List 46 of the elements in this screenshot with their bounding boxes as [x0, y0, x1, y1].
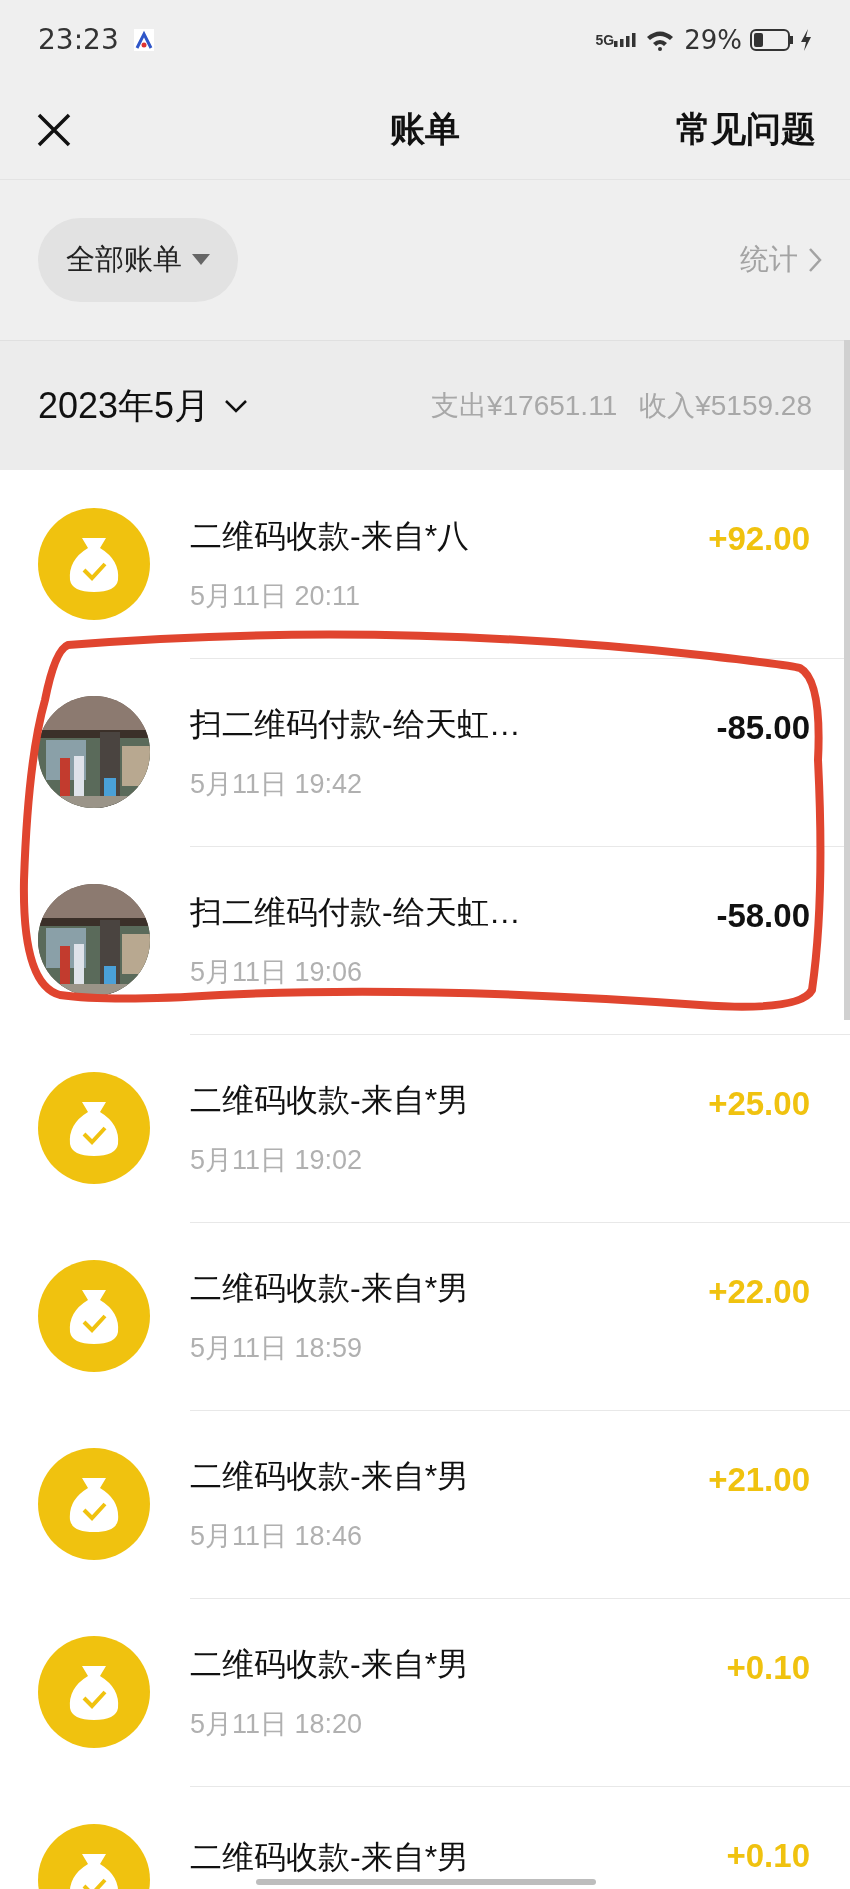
transaction-title: 二维码收款-来自*男	[190, 1269, 471, 1309]
network-label: 5G	[595, 33, 615, 47]
month-selector[interactable]: 2023年5月	[38, 378, 249, 433]
close-icon	[37, 112, 71, 147]
money-bag-icon	[38, 508, 150, 620]
transaction-time: 5月11日 19:42	[190, 768, 364, 802]
transaction-time: 5月11日 18:20	[190, 1708, 364, 1742]
money-bag-icon	[38, 1260, 150, 1372]
transaction-amount: -85.00	[716, 708, 810, 748]
battery-icon	[750, 29, 794, 51]
transaction-time: 5月11日 19:06	[190, 956, 364, 990]
chevron-down-icon	[224, 398, 249, 413]
transaction-title: 二维码收款-来自*男	[190, 1645, 471, 1685]
transaction-amount: +22.00	[708, 1272, 810, 1312]
transaction-amount: +21.00	[708, 1460, 810, 1500]
income-total: 收入¥5159.28	[639, 388, 812, 423]
transaction-title: 二维码收款-来自*男	[190, 1081, 471, 1121]
wifi-icon	[646, 29, 675, 51]
transaction-time: 5月11日 18:59	[190, 1332, 364, 1366]
app-notification-icon	[132, 28, 155, 52]
faq-link[interactable]: 常见问题	[676, 103, 816, 156]
money-bag-icon	[38, 1636, 150, 1748]
transaction-time: 5月11日 18:46	[190, 1520, 364, 1554]
money-bag-icon	[38, 1448, 150, 1560]
transaction-title: 扫二维码付款-给天虹…	[190, 705, 522, 745]
transaction-amount: +0.10	[726, 1836, 810, 1876]
transaction-title: 二维码收款-来自*男	[190, 1838, 471, 1877]
transaction-amount: +0.10	[726, 1648, 810, 1688]
transaction-title: 二维码收款-来自*八	[190, 516, 471, 556]
transaction-amount: +92.00	[708, 519, 810, 559]
chevron-right-icon	[808, 247, 822, 273]
expense-total: 支出¥17651.11	[430, 388, 618, 423]
status-time: 23:23	[38, 22, 119, 58]
transaction-amount: -58.00	[716, 896, 810, 936]
dropdown-caret-icon	[192, 254, 210, 266]
money-bag-icon	[38, 1072, 150, 1184]
bill-filter-dropdown[interactable]: 全部账单	[38, 218, 238, 302]
transaction-time: 5月11日 19:02	[190, 1144, 364, 1178]
signal-icon	[614, 33, 637, 47]
transaction-amount: +25.00	[708, 1084, 810, 1124]
transaction-time: 5月11日 20:11	[190, 579, 362, 613]
page-title: 账单	[390, 108, 460, 151]
charging-icon	[800, 29, 812, 51]
transaction-title: 扫二维码付款-给天虹…	[190, 893, 522, 933]
transaction-title: 二维码收款-来自*男	[190, 1457, 471, 1497]
battery-percent: 29%	[684, 23, 742, 57]
